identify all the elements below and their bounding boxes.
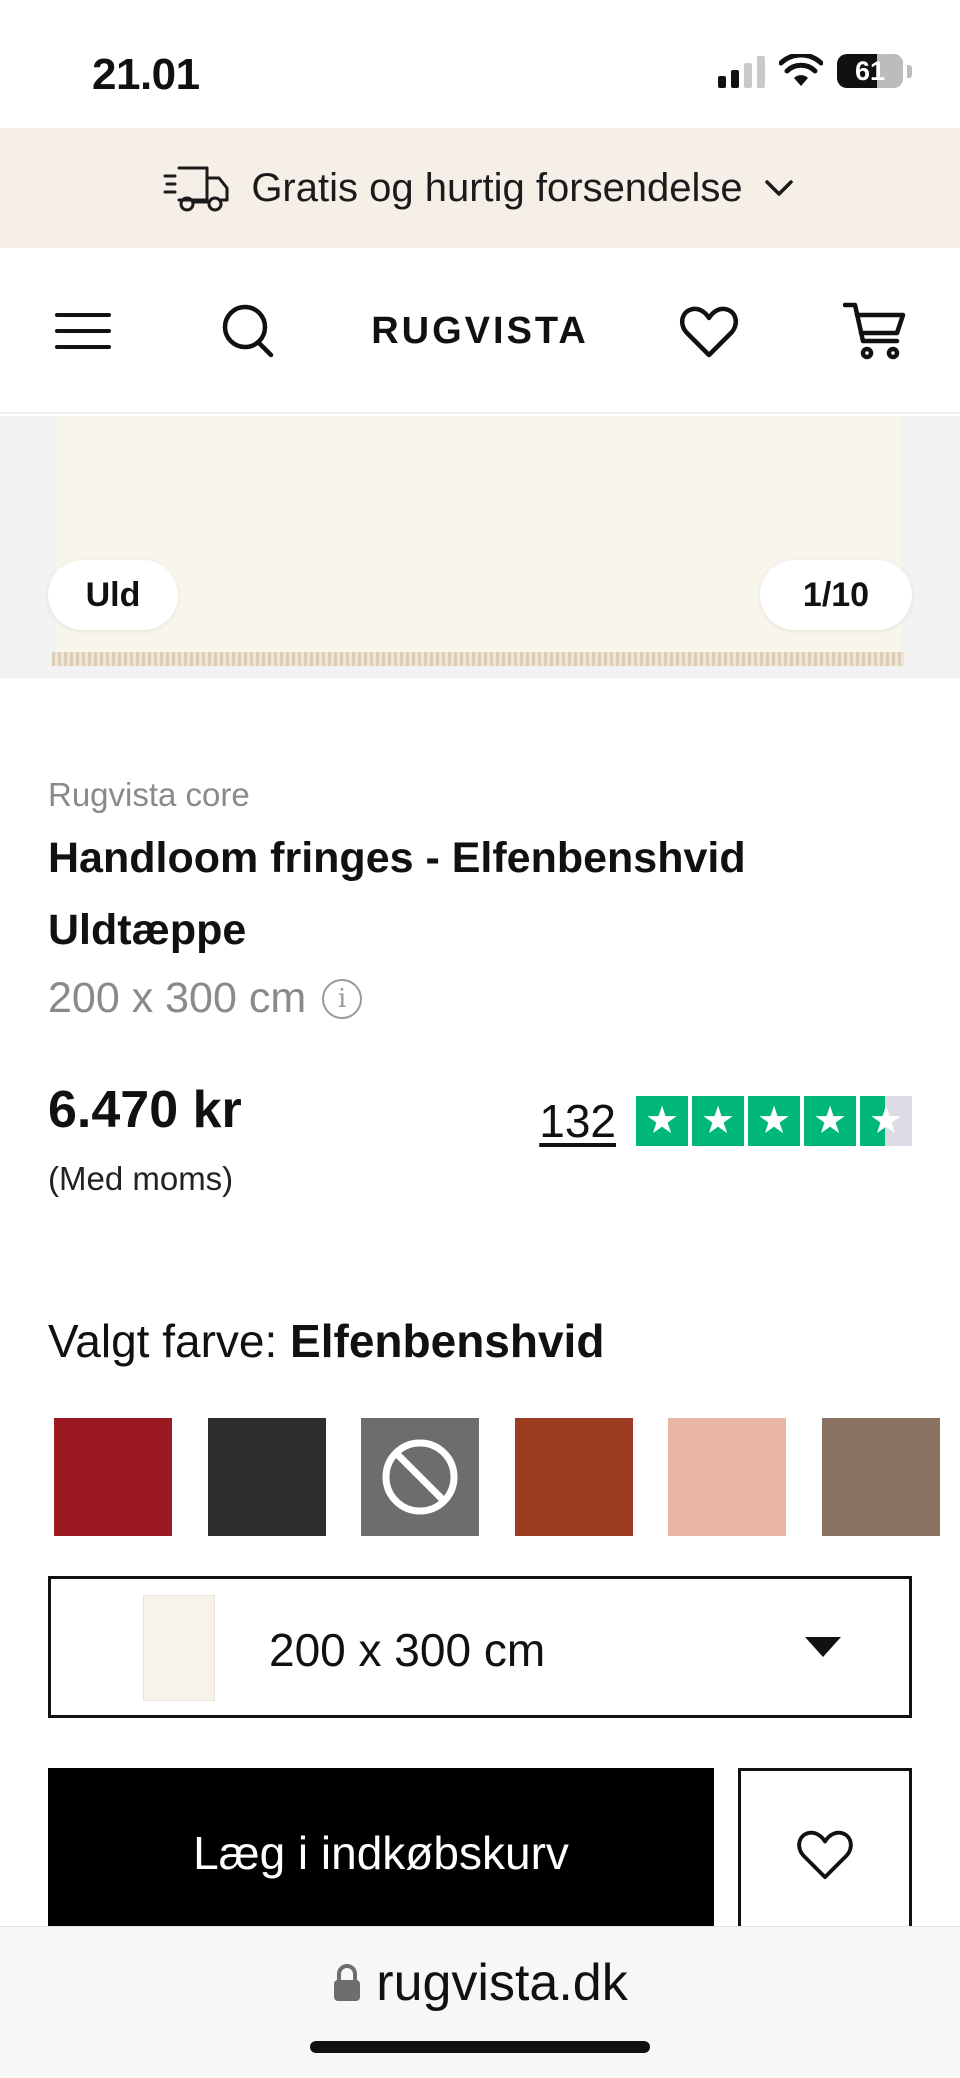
wifi-icon <box>779 54 823 86</box>
product-image-gallery[interactable]: Uld 1/10 <box>0 416 960 678</box>
swatch-grey-unavailable[interactable] <box>361 1418 479 1536</box>
swatch-brown[interactable] <box>822 1418 940 1536</box>
battery-level: 61 <box>854 55 886 86</box>
half-star-icon: ★ <box>860 1096 912 1146</box>
url-row[interactable]: rugvista.dk <box>0 1953 960 2013</box>
vat-note: (Med moms) <box>48 1160 234 1197</box>
reviews-summary[interactable]: 132 ★ ★ ★ ★ ★ <box>539 1094 912 1148</box>
info-icon[interactable]: i <box>322 978 363 1019</box>
product-size: 200 x 300 cm <box>48 974 307 1022</box>
star-icon: ★ <box>748 1096 800 1146</box>
shopping-cart-icon <box>843 302 906 360</box>
review-count-link[interactable]: 132 <box>539 1094 616 1148</box>
trustpilot-rating: ★ ★ ★ ★ ★ <box>636 1096 912 1146</box>
add-to-wishlist-button[interactable] <box>738 1768 912 1936</box>
material-badge: Uld <box>48 560 178 630</box>
chevron-down-icon[interactable] <box>761 176 797 200</box>
delivery-truck-icon <box>163 166 229 212</box>
selected-color-name: Elfenbenshvid <box>290 1315 605 1367</box>
heart-icon <box>679 306 739 358</box>
star-icon: ★ <box>692 1096 744 1146</box>
wishlist-header-button[interactable] <box>674 296 744 366</box>
swatch-blush[interactable] <box>668 1418 786 1536</box>
product-brand[interactable]: Rugvista core <box>48 776 250 814</box>
product-price: 6.470 kr <box>48 1081 242 1139</box>
cellular-signal-icon <box>718 54 765 88</box>
home-indicator[interactable] <box>310 2041 650 2053</box>
shipping-promo-bar[interactable]: Gratis og hurtig forsendelse <box>0 128 960 248</box>
cart-button[interactable] <box>840 296 910 366</box>
swatch-rust[interactable] <box>515 1418 633 1536</box>
heart-icon <box>797 1830 853 1880</box>
color-swatches <box>54 1418 960 1536</box>
size-dropdown-value: 200 x 300 cm <box>269 1624 546 1676</box>
color-label-prefix: Valgt farve: <box>48 1315 278 1367</box>
browser-address-bar[interactable]: rugvista.dk <box>0 1926 960 2078</box>
selected-color-label: Valgt farve: Elfenbenshvid <box>48 1314 604 1368</box>
unavailable-icon <box>382 1439 458 1515</box>
status-time: 21.01 <box>92 50 200 99</box>
size-thumbnail <box>143 1595 215 1701</box>
status-icons: 61 <box>718 54 912 88</box>
rugvista-logo[interactable]: RUGVISTA <box>0 310 960 353</box>
rug-fringe <box>52 652 904 666</box>
star-icon: ★ <box>636 1096 688 1146</box>
promo-text: Gratis og hurtig forsendelse <box>251 165 743 210</box>
site-header: RUGVISTA <box>0 248 960 414</box>
size-dropdown[interactable]: 200 x 300 cm <box>48 1576 912 1718</box>
lock-icon <box>334 1964 361 2001</box>
swatch-charcoal[interactable] <box>208 1418 326 1536</box>
product-title: Handloom fringes - Elfenbenshvid Uldtæpp… <box>48 834 746 954</box>
battery-icon: 61 <box>837 54 903 88</box>
star-icon: ★ <box>804 1096 856 1146</box>
swatch-red[interactable] <box>54 1418 172 1536</box>
product-size-line: 200 x 300 cm i <box>48 974 363 1023</box>
status-bar: 21.01 61 <box>0 0 960 128</box>
url-text: rugvista.dk <box>376 1954 628 2012</box>
image-counter: 1/10 <box>760 560 912 630</box>
add-to-cart-button[interactable]: Læg i indkøbskurv <box>48 1768 714 1936</box>
dropdown-caret-icon <box>805 1637 841 1657</box>
